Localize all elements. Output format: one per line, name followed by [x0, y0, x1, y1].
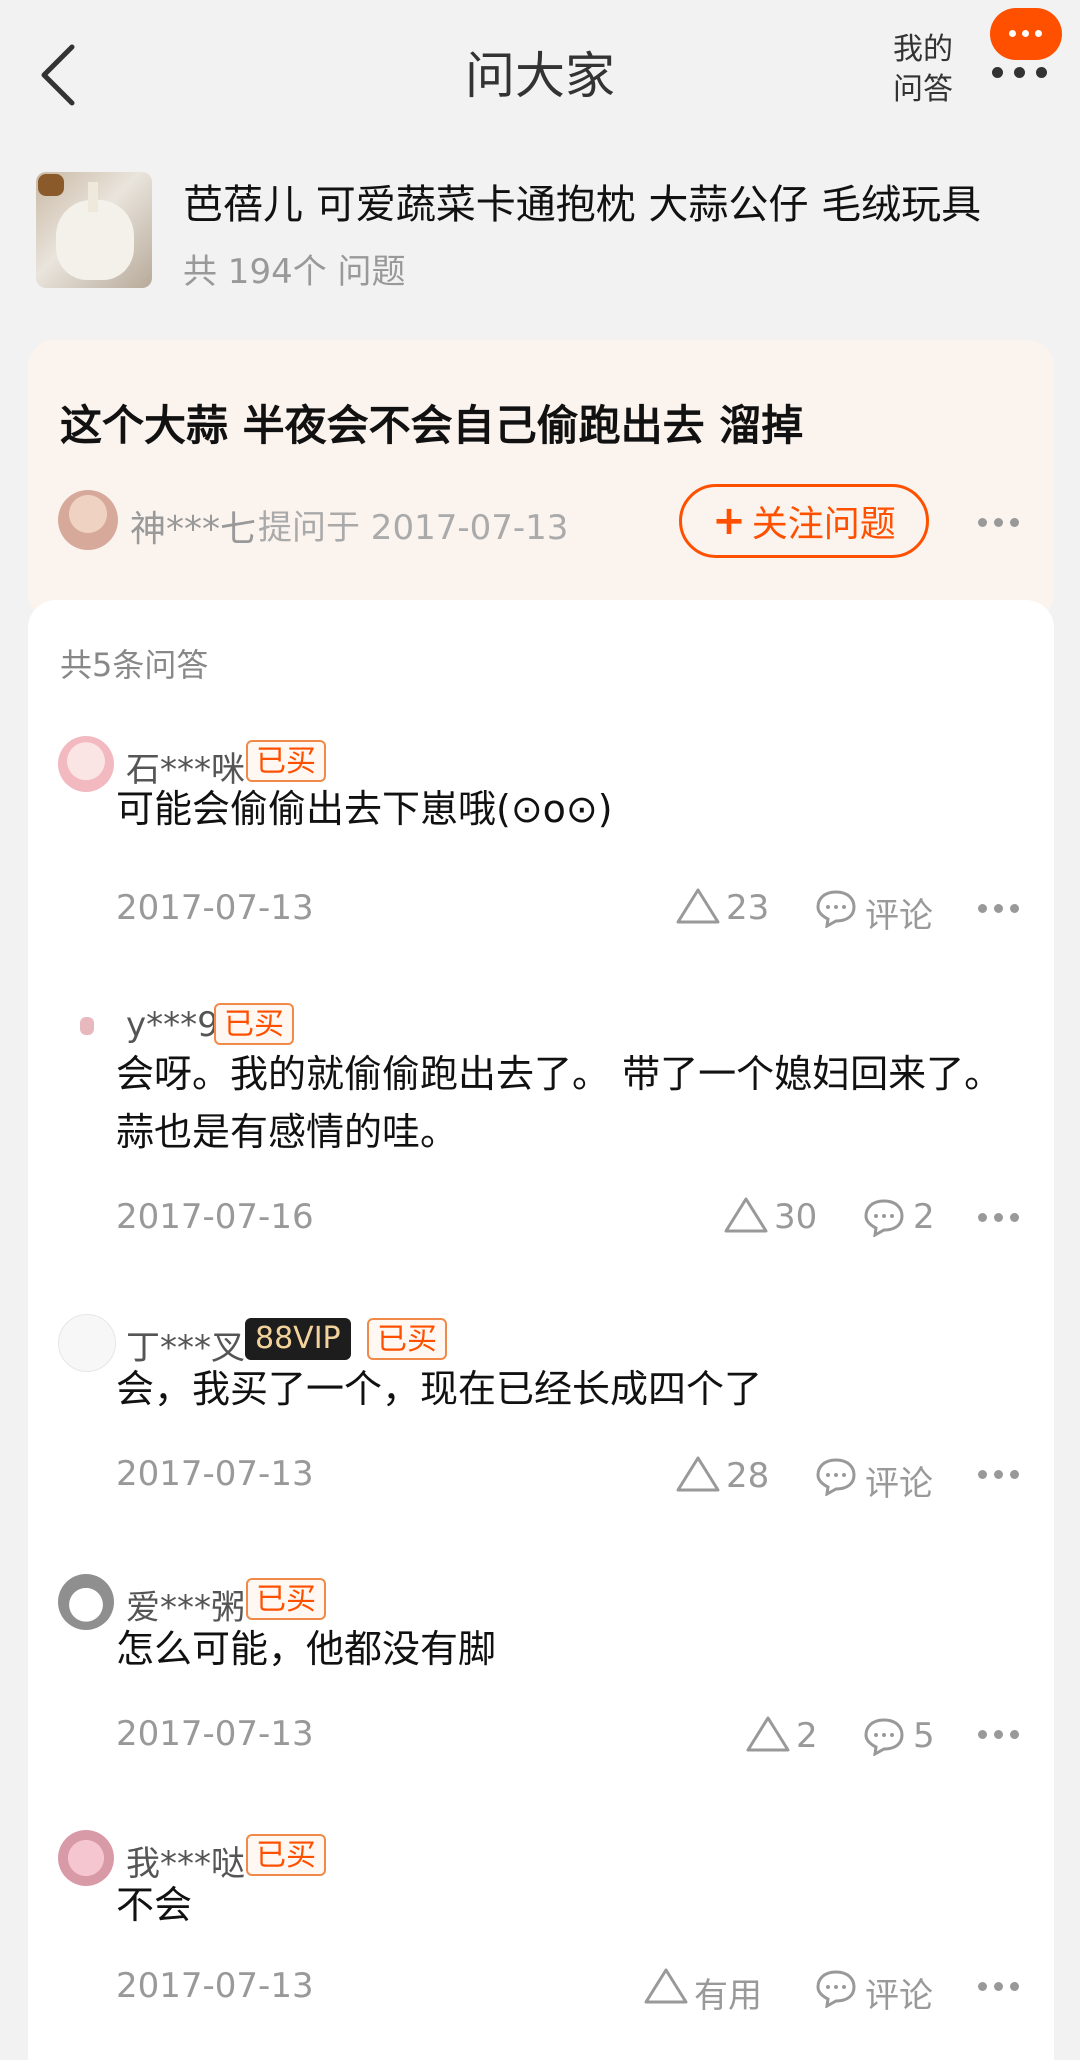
answer-text: 不会	[116, 1883, 193, 1927]
answer-more-icon[interactable]	[978, 1982, 1028, 1996]
bought-badge: 已买	[214, 1003, 294, 1045]
answer-date: 2017-07-13	[116, 1454, 314, 1494]
product-thumbnail	[36, 172, 152, 288]
avatar[interactable]	[58, 1574, 114, 1630]
answer-user-name: y***9	[126, 1005, 219, 1045]
bought-badge: 已买	[367, 1318, 447, 1360]
product-summary[interactable]: 芭蓓儿 可爱蔬菜卡通抱枕 大蒜公仔 毛绒玩具 共 194个 问题	[36, 172, 1046, 292]
comment-bubble-icon	[816, 890, 856, 928]
like-button[interactable]: 23	[674, 886, 784, 930]
like-triangle-icon	[676, 1456, 720, 1492]
comment-bubble-icon	[816, 1970, 856, 2008]
comment-count: 5	[913, 1716, 935, 1756]
my-qa-label-line2: 问答	[893, 72, 953, 107]
top-nav-bar: 问大家 我的 问答	[0, 0, 1080, 150]
answers-count: 共5条问答	[60, 646, 209, 684]
my-qa-label-line1: 我的	[893, 32, 953, 67]
comment-button[interactable]: 评论	[815, 886, 945, 936]
answer-text: 会，我买了一个，现在已经长成四个了	[116, 1367, 763, 1411]
answer-text: 会呀。我的就偷偷跑出去了。 带了一个媳妇回来了。蒜也是有感情的哇。	[116, 1052, 1003, 1154]
comment-count: 评论	[865, 1976, 933, 2016]
comment-button[interactable]: 评论	[815, 1454, 945, 1504]
answer-more-icon[interactable]	[978, 1213, 1028, 1227]
answer-date: 2017-07-13	[116, 1714, 314, 1754]
answer-date: 2017-07-13	[116, 888, 314, 928]
like-count: 有用	[694, 1976, 762, 2016]
like-count: 28	[726, 1456, 770, 1496]
question-card: 这个大蒜 半夜会不会自己偷跑出去 溜掉 神***七 提问于 2017-07-13…	[28, 340, 1054, 620]
answer-text: 怎么可能，他都没有脚	[116, 1627, 497, 1671]
comment-bubble-icon	[864, 1199, 904, 1237]
bought-badge: 已买	[246, 740, 326, 782]
asked-date: 提问于 2017-07-13	[258, 508, 569, 548]
comment-bubble-icon	[816, 1458, 856, 1496]
bought-badge: 已买	[246, 1578, 326, 1620]
bought-badge: 已买	[246, 1834, 326, 1876]
answer-more-icon[interactable]	[978, 1730, 1028, 1744]
follow-question-button[interactable]: + 关注问题	[679, 484, 929, 558]
like-triangle-icon	[724, 1197, 768, 1233]
like-count: 2	[796, 1716, 818, 1756]
question-text: 这个大蒜 半夜会不会自己偷跑出去 溜掉	[60, 401, 804, 450]
like-button[interactable]: 有用	[642, 1966, 782, 2016]
avatar[interactable]	[58, 1830, 114, 1886]
product-name: 芭蓓儿 可爱蔬菜卡通抱枕 大蒜公仔 毛绒玩具	[183, 182, 982, 228]
comment-count: 2	[913, 1197, 935, 1237]
comment-button[interactable]: 5	[863, 1714, 953, 1758]
comment-button[interactable]: 评论	[815, 1966, 945, 2016]
answer-text: 可能会偷偷出去下崽哦(⊙o⊙)	[116, 787, 613, 831]
like-triangle-icon	[676, 888, 720, 924]
follow-question-label: 关注问题	[751, 504, 896, 545]
like-count: 30	[774, 1197, 818, 1237]
answer-more-icon[interactable]	[978, 1470, 1028, 1484]
avatar[interactable]	[58, 999, 114, 1055]
comment-count: 评论	[865, 896, 933, 936]
like-count: 23	[726, 888, 770, 928]
question-more-icon[interactable]	[978, 518, 1028, 532]
asker-name: 神***七	[130, 509, 257, 550]
question-count: 共 194个 问题	[183, 252, 406, 292]
answers-list: 共5条问答 石***咪 已买 可能会偷偷出去下崽哦(⊙o⊙) 2017-07-1…	[28, 600, 1054, 2060]
my-qa-button[interactable]: 我的 问答	[888, 30, 958, 110]
like-button[interactable]: 28	[674, 1454, 784, 1498]
brand-bear-icon	[38, 174, 64, 196]
asker-avatar	[58, 490, 118, 550]
plus-icon: +	[712, 498, 746, 544]
like-triangle-icon	[746, 1716, 790, 1752]
vip-badge: 88VIP	[245, 1318, 351, 1360]
answer-date: 2017-07-16	[116, 1197, 314, 1237]
avatar[interactable]	[58, 736, 114, 792]
comment-button[interactable]: 2	[863, 1195, 953, 1239]
more-options-icon[interactable]	[990, 65, 1050, 79]
message-badge-icon[interactable]	[990, 8, 1062, 60]
avatar[interactable]	[58, 1314, 116, 1372]
answer-more-icon[interactable]	[978, 904, 1028, 918]
comment-count: 评论	[865, 1464, 933, 1504]
answer-date: 2017-07-13	[116, 1966, 314, 2006]
comment-bubble-icon	[864, 1718, 904, 1756]
like-triangle-icon	[644, 1968, 688, 2004]
like-button[interactable]: 30	[722, 1195, 832, 1239]
like-button[interactable]: 2	[744, 1714, 834, 1758]
